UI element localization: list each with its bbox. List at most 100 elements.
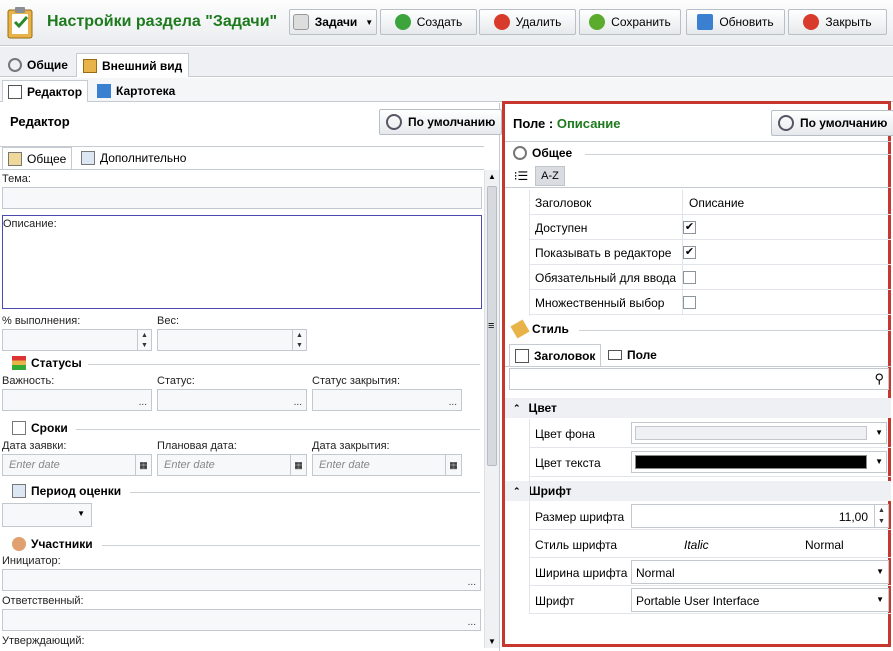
text-color-label: Цвет текста <box>535 456 601 470</box>
plan-date-input[interactable]: Enter date ▦ <box>157 454 307 476</box>
color-group[interactable]: ⌃ Цвет <box>505 398 891 418</box>
scroll-down-icon[interactable]: ▼ <box>488 637 496 646</box>
percent-label: % выполнения: <box>2 315 81 327</box>
categorized-icon[interactable]: ⁝☰ <box>509 166 533 186</box>
font-family-select[interactable]: Portable User Interface ▼ <box>631 588 889 612</box>
weight-input[interactable]: ▲ ▼ <box>157 329 307 351</box>
vertical-scrollbar[interactable]: ▲ ▼ <box>484 170 499 648</box>
responsible-label: Ответственный: <box>2 595 84 607</box>
property-checkbox[interactable] <box>683 271 696 284</box>
section-dropdown-button[interactable]: Задачи ▼ <box>289 9 377 35</box>
font-style-italic-toggle[interactable]: Italic <box>684 538 709 552</box>
tab-additional[interactable]: Дополнительно <box>76 147 191 169</box>
style-tab-field-label: Поле <box>627 348 657 362</box>
status-ellipsis[interactable]: ... <box>294 397 302 408</box>
calendar-picker-icon[interactable]: ▦ <box>445 455 461 475</box>
tab-common-label: Общее <box>27 151 67 166</box>
importance-ellipsis[interactable]: ... <box>139 397 147 408</box>
delete-button[interactable]: Удалить <box>479 9 576 35</box>
request-date-input[interactable]: Enter date ▦ <box>2 454 152 476</box>
close-status-label: Статус закрытия: <box>312 375 401 387</box>
close-date-input[interactable]: Enter date ▦ <box>312 454 462 476</box>
weight-spinner[interactable]: ▲ ▼ <box>292 330 306 350</box>
tab-editor[interactable]: Редактор <box>2 80 89 102</box>
search-icon[interactable]: ⚲ <box>874 371 884 387</box>
importance-input[interactable]: ... <box>2 389 152 411</box>
responsible-input[interactable]: ... <box>2 609 481 631</box>
calendar-picker-icon[interactable]: ▦ <box>290 455 306 475</box>
close-status-input[interactable]: ... <box>312 389 462 411</box>
text-color-picker[interactable]: ▼ <box>631 451 887 473</box>
delete-label: Удалить <box>515 15 562 29</box>
property-value-input[interactable]: Описание <box>689 196 744 210</box>
font-weight-select[interactable]: Normal ▼ <box>631 560 889 584</box>
chevron-down-icon[interactable]: ▼ <box>77 509 85 518</box>
close-button[interactable]: Закрыть <box>788 9 887 35</box>
description-field[interactable] <box>2 215 482 309</box>
font-style-label: Стиль шрифта <box>535 538 618 552</box>
tab-general-label: Общие <box>27 58 68 72</box>
plus-icon <box>394 14 411 30</box>
font-size-spinner[interactable]: ▲ ▼ <box>874 505 888 527</box>
property-checkbox[interactable]: ✔ <box>683 221 696 234</box>
percent-spinner[interactable]: ▲ ▼ <box>137 330 151 350</box>
font-style-normal-toggle[interactable]: Normal <box>805 538 844 552</box>
property-checkbox[interactable] <box>683 296 696 309</box>
close-status-ellipsis[interactable]: ... <box>449 397 457 408</box>
period-dropdown[interactable]: ▼ <box>2 503 92 527</box>
style-tab-field[interactable]: Поле <box>603 344 662 366</box>
save-button[interactable]: Сохранить <box>579 9 681 35</box>
field-title-name: Описание <box>556 116 621 131</box>
chevron-down-icon: ▼ <box>365 17 374 27</box>
font-family-value: Portable User Interface <box>636 594 760 608</box>
chevron-down-icon[interactable]: ▼ <box>875 457 883 466</box>
tab-common[interactable]: Общее <box>2 147 73 169</box>
calendar-picker-icon[interactable]: ▦ <box>135 455 151 475</box>
font-size-value: 11,00 <box>838 510 868 524</box>
chevron-down-icon[interactable]: ▼ <box>876 595 884 604</box>
bg-color-picker[interactable]: ▼ <box>631 422 887 444</box>
initiator-ellipsis[interactable]: ... <box>468 577 476 588</box>
section-dropdown-label: Задачи <box>314 15 358 29</box>
property-checkbox[interactable]: ✔ <box>683 246 696 259</box>
close-label: Закрыть <box>825 15 872 29</box>
close-date-placeholder: Enter date <box>319 459 370 471</box>
request-date-placeholder: Enter date <box>9 459 60 471</box>
general-section: Общее <box>513 146 572 160</box>
style-search-input[interactable]: ⚲ <box>509 368 889 390</box>
splitter-handle-icon[interactable]: ≡ <box>488 320 494 332</box>
subject-input[interactable] <box>2 187 482 209</box>
chevron-down-icon[interactable]: ▼ <box>876 567 884 576</box>
weight-label: Вес: <box>157 315 180 327</box>
chevron-down-icon[interactable]: ▼ <box>875 428 883 437</box>
create-button[interactable]: Создать <box>380 9 477 35</box>
field-icon <box>608 350 622 360</box>
property-name: Обязательный для ввода <box>535 271 677 285</box>
refresh-button[interactable]: Обновить <box>686 9 785 35</box>
period-icon <box>12 484 26 498</box>
chevron-up-icon: ⌃ <box>513 485 521 496</box>
approver-label: Утверждающий: <box>2 635 85 647</box>
percent-input[interactable]: ▲ ▼ <box>2 329 152 351</box>
responsible-ellipsis[interactable]: ... <box>468 617 476 628</box>
status-input[interactable]: ... <box>157 389 307 411</box>
scroll-up-icon[interactable]: ▲ <box>488 172 496 181</box>
tab-appearance[interactable]: Внешний вид <box>76 53 190 77</box>
tab-general[interactable]: Общие <box>2 53 74 77</box>
font-size-input[interactable]: 11,00 ▲ ▼ <box>631 504 889 528</box>
editor-default-button[interactable]: По умолчанию <box>379 109 503 135</box>
text-color-row: Цвет текста ▼ <box>529 448 891 477</box>
field-title: Поле : Описание <box>513 116 621 131</box>
gear-icon <box>513 146 527 160</box>
property-row: Заголовок Описание <box>529 190 891 215</box>
tab-card-index[interactable]: Картотека <box>92 80 180 102</box>
users-icon <box>12 537 26 551</box>
field-default-button[interactable]: По умолчанию <box>771 110 893 136</box>
statuses-title: Статусы <box>31 356 82 370</box>
initiator-input[interactable]: ... <box>2 569 481 591</box>
sort-az-button[interactable]: A-Z <box>535 166 565 186</box>
style-tab-caption[interactable]: Заголовок <box>509 344 602 366</box>
editor-default-label: По умолчанию <box>408 115 496 129</box>
font-group[interactable]: ⌃ Шрифт <box>505 481 891 501</box>
tab-card-index-label: Картотека <box>116 84 176 98</box>
